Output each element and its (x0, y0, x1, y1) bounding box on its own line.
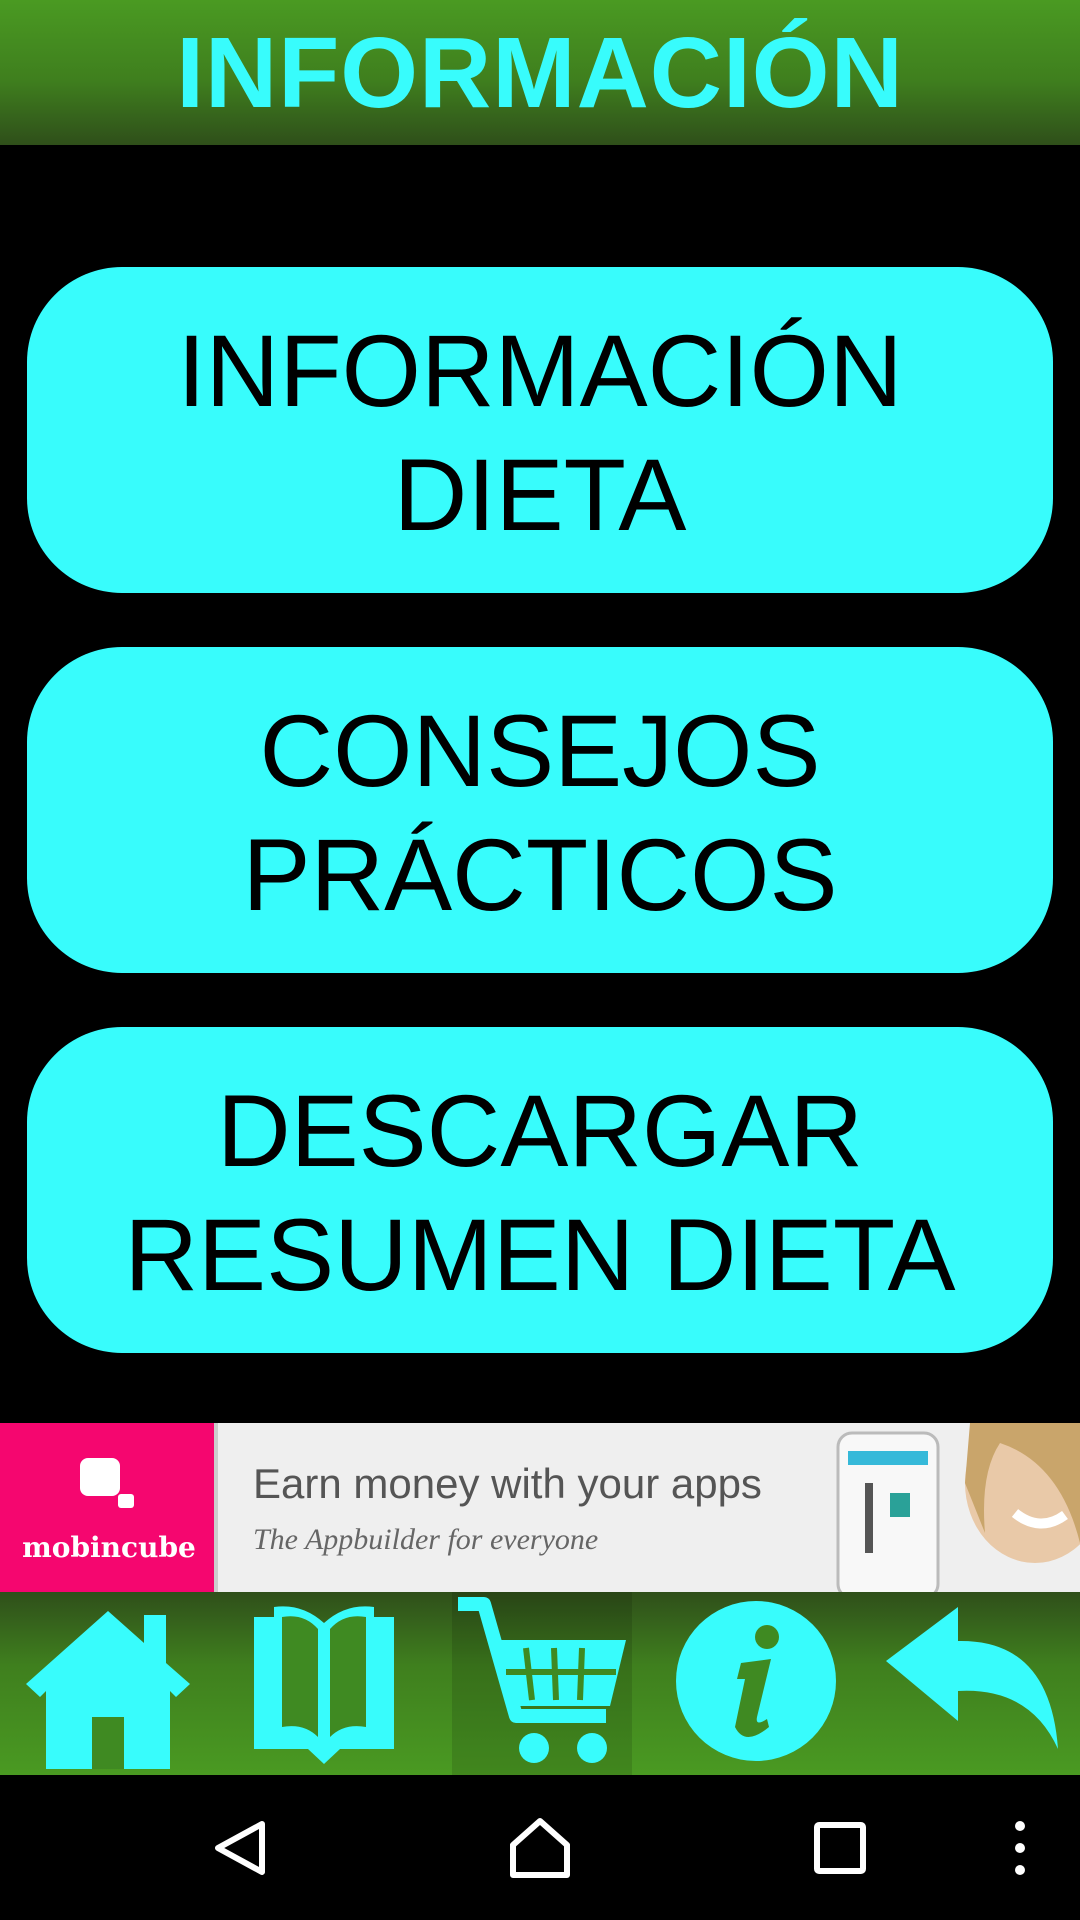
button-label-line1: CONSEJOS (259, 694, 821, 808)
nav-back-icon (215, 1820, 265, 1875)
mobincube-logo: mobincube (0, 1423, 218, 1592)
nav-recents-icon (814, 1821, 866, 1874)
consejos-practicos-button[interactable]: CONSEJOS PRÁCTICOS (27, 647, 1053, 973)
ad-photo (790, 1423, 1080, 1592)
bottom-toolbar (0, 1592, 1080, 1775)
toolbar-home[interactable] (18, 1592, 198, 1775)
toolbar-back[interactable] (880, 1592, 1060, 1775)
nav-overflow-icon (1015, 1820, 1025, 1875)
book-icon (254, 1605, 394, 1764)
toolbar-info[interactable] (666, 1592, 846, 1775)
descargar-resumen-button[interactable]: DESCARGAR RESUMEN DIETA (27, 1027, 1053, 1353)
toolbar-book[interactable] (234, 1592, 414, 1775)
nav-home-button[interactable] (500, 1775, 580, 1920)
toolbar-cart[interactable] (452, 1592, 632, 1775)
back-arrow-icon (886, 1606, 1058, 1749)
informacion-dieta-button[interactable]: INFORMACIÓN DIETA (27, 267, 1053, 593)
ad-banner[interactable]: mobincube Earn money with your apps The … (0, 1423, 1080, 1592)
nav-home-icon (510, 1817, 570, 1878)
nav-recents-button[interactable] (800, 1775, 880, 1920)
button-label-line1: DESCARGAR (216, 1074, 864, 1188)
button-label-line1: INFORMACIÓN (177, 314, 903, 428)
ad-brand-name: mobincube (22, 1531, 196, 1564)
mobincube-mark-icon (80, 1458, 134, 1508)
nav-overflow-button[interactable] (1000, 1775, 1040, 1920)
nav-back-button[interactable] (200, 1775, 280, 1920)
button-label-line2: PRÁCTICOS (242, 818, 838, 932)
ad-subline: The Appbuilder for everyone (253, 1523, 599, 1556)
android-nav-bar (0, 1775, 1080, 1920)
info-icon (676, 1600, 836, 1761)
page-title: INFORMACIÓN (176, 16, 904, 129)
home-icon (26, 1610, 190, 1769)
button-label-line2: RESUMEN DIETA (124, 1198, 956, 1312)
cart-icon (458, 1596, 626, 1763)
ad-headline: Earn money with your apps (253, 1460, 762, 1507)
button-label-line2: DIETA (393, 438, 687, 552)
title-bar: INFORMACIÓN (0, 0, 1080, 145)
